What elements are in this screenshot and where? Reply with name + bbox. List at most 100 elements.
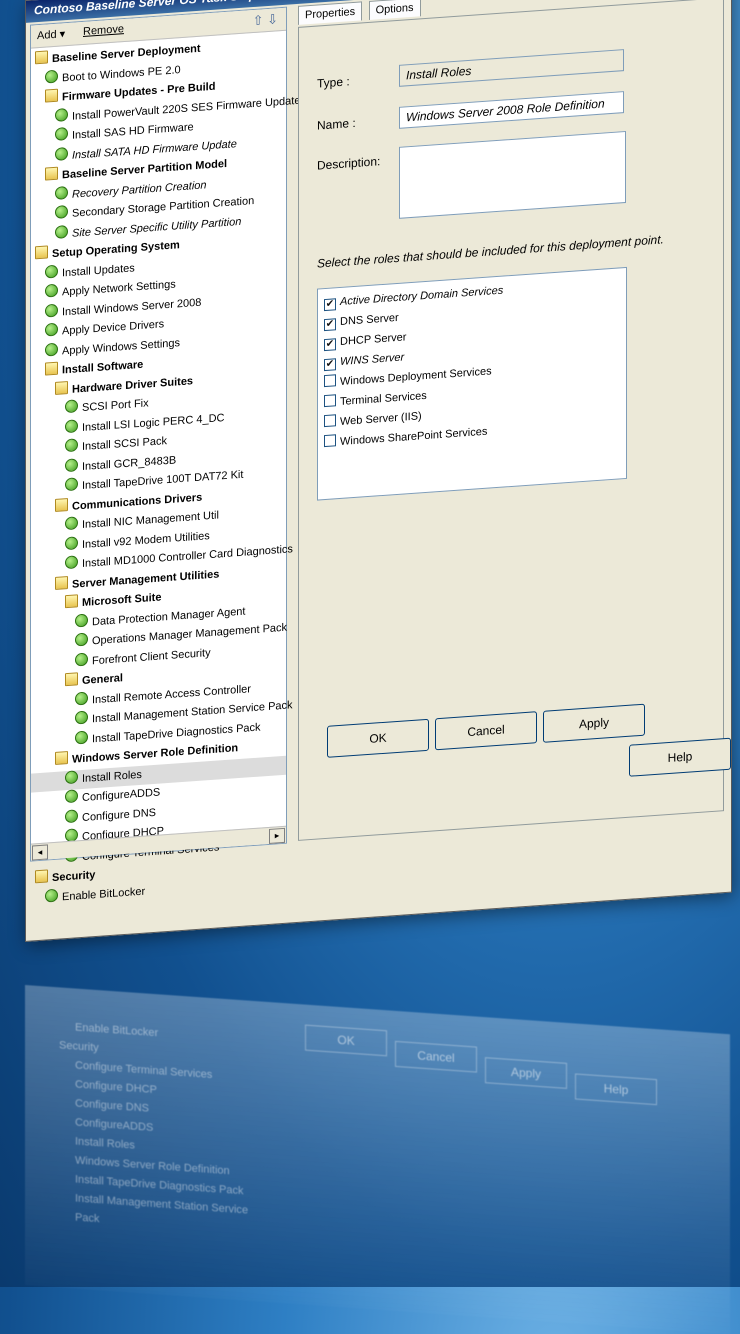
role-checkbox[interactable]: ✔ — [324, 318, 336, 332]
tree-item-label: Install Roles — [82, 768, 142, 785]
role-label: WINS Server — [340, 351, 405, 368]
step-check-icon — [65, 418, 78, 433]
cancel-button[interactable]: Cancel — [435, 711, 537, 751]
tree-item-label: Microsoft Suite — [82, 591, 162, 610]
tree-item-label: SCSI Port Fix — [82, 397, 149, 415]
step-check-icon — [55, 126, 68, 141]
task-sequence-pane: Add ▾ Remove ⇧ ⇩ Baseline Server Deploym… — [30, 6, 300, 903]
folder-icon — [65, 594, 78, 609]
tab-properties[interactable]: Properties — [298, 1, 363, 25]
tab-options[interactable]: Options — [368, 0, 421, 20]
tree-item-label: Install SCSI Pack — [82, 435, 167, 454]
name-label: Name : — [317, 115, 356, 133]
reflection-ok: OK — [305, 1024, 387, 1057]
role-label: Terminal Services — [340, 389, 427, 408]
remove-button[interactable]: Remove — [83, 23, 124, 38]
role-checkbox[interactable]: ✔ — [324, 298, 336, 312]
move-up-icon[interactable]: ⇧ — [253, 12, 264, 28]
properties-panel: Type : Install Roles Name : Windows Serv… — [298, 0, 731, 841]
step-check-icon — [75, 652, 88, 667]
step-check-icon — [65, 555, 78, 570]
folder-icon — [65, 672, 78, 687]
reflection-cancel: Cancel — [395, 1040, 477, 1073]
step-check-icon — [65, 769, 78, 784]
step-check-icon — [65, 808, 78, 823]
step-check-icon — [55, 146, 68, 161]
reflection-tree: Enable BitLocker Security Configure Termin… — [55, 1017, 275, 1241]
step-check-icon — [65, 789, 78, 804]
tree-item-label: Install GCR_8483B — [82, 453, 177, 473]
step-check-icon — [75, 613, 88, 628]
step-check-icon — [45, 283, 58, 298]
roles-instruction: Select the roles that should be included… — [317, 232, 664, 271]
move-down-icon[interactable]: ⇩ — [267, 11, 278, 27]
tree-item-label: Enable BitLocker — [62, 885, 146, 903]
properties-pane: Properties Options Type : Install Roles … — [288, 0, 731, 842]
folder-icon — [55, 750, 68, 765]
tree-item-label: ConfigureADDS — [82, 786, 161, 805]
step-check-icon — [75, 632, 88, 647]
tree-item-label: Configure DNS — [82, 806, 156, 824]
step-check-icon — [55, 185, 68, 200]
apply-button[interactable]: Apply — [543, 703, 645, 743]
step-check-icon — [65, 516, 78, 531]
folder-icon — [35, 869, 48, 884]
tree-item-label: Install Updates — [62, 261, 135, 279]
step-check-icon — [45, 888, 58, 903]
folder-icon — [35, 50, 48, 65]
folder-icon — [45, 88, 58, 103]
step-check-icon — [65, 399, 78, 414]
type-label: Type : — [317, 74, 350, 91]
task-sequence-editor-window: Contoso Baseline Server OS Task Sequence… — [25, 0, 732, 942]
role-label: DHCP Server — [340, 331, 407, 348]
type-field: Install Roles — [399, 49, 624, 87]
folder-icon — [45, 166, 58, 181]
role-checkbox[interactable] — [324, 374, 336, 388]
folder-icon — [55, 380, 68, 395]
folder-icon — [55, 497, 68, 512]
scroll-left-icon[interactable]: ◂ — [32, 844, 48, 861]
step-check-icon — [55, 107, 68, 122]
help-button[interactable]: Help — [629, 737, 731, 777]
description-label: Description: — [317, 154, 381, 173]
task-sequence-tree[interactable]: Baseline Server Deployment Boot to Window… — [31, 34, 300, 903]
role-checkbox[interactable]: ✔ — [324, 358, 336, 372]
step-check-icon — [65, 477, 78, 492]
move-icons[interactable]: ⇧ ⇩ — [253, 11, 278, 29]
step-check-icon — [45, 69, 58, 84]
folder-icon — [35, 245, 48, 260]
step-check-icon — [75, 691, 88, 706]
step-check-icon — [55, 224, 68, 239]
reflection-help: Help — [575, 1073, 657, 1106]
tree-item-label: Security — [52, 869, 96, 885]
step-check-icon — [45, 322, 58, 337]
step-check-icon — [45, 342, 58, 357]
step-check-icon — [45, 303, 58, 318]
role-label: Web Server (IIS) — [340, 410, 422, 428]
roles-list[interactable]: ✔ Active Directory Domain Services ✔ DNS Se… — [317, 266, 627, 501]
step-check-icon — [65, 535, 78, 550]
role-checkbox[interactable] — [324, 434, 336, 448]
ok-button[interactable]: OK — [327, 718, 429, 758]
role-checkbox[interactable] — [324, 394, 336, 408]
scroll-right-icon[interactable]: ▸ — [269, 827, 285, 844]
step-check-icon — [55, 204, 68, 219]
desktop-background: Contoso Baseline Server OS Task Sequence… — [0, 0, 740, 1334]
tree-item-label: General — [82, 672, 123, 688]
folder-icon — [45, 361, 58, 376]
folder-icon — [55, 575, 68, 590]
step-check-icon — [65, 438, 78, 453]
name-field[interactable]: Windows Server 2008 Role Definition — [399, 91, 624, 129]
tree-item-label: Install Software — [62, 358, 144, 377]
step-check-icon — [75, 730, 88, 745]
window-reflection: OK Cancel Apply Help Enable BitLocker Sec… — [25, 985, 730, 1334]
step-check-icon — [65, 457, 78, 472]
role-checkbox[interactable] — [324, 414, 336, 428]
reflection-apply: Apply — [485, 1057, 567, 1089]
step-check-icon — [45, 264, 58, 279]
tree-item-label: Apply Device Drivers — [62, 318, 165, 338]
role-checkbox[interactable]: ✔ — [324, 338, 336, 352]
step-check-icon — [75, 710, 88, 725]
add-menu-button[interactable]: Add ▾ — [37, 27, 65, 42]
description-field[interactable] — [399, 130, 626, 219]
